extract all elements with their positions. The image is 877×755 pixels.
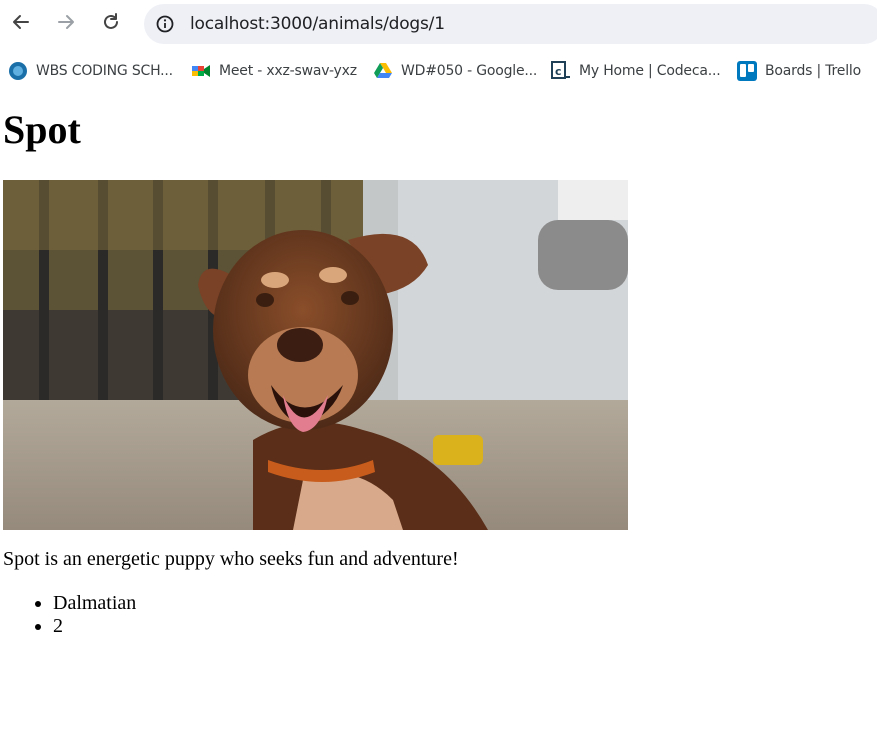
google-meet-icon xyxy=(192,65,210,77)
dog-image xyxy=(3,180,628,530)
trello-icon xyxy=(737,61,757,81)
bookmarks-bar: WBS CODING SCH... Meet - xxz-swav-yxz WD… xyxy=(0,56,877,86)
bookmark-codecademy[interactable]: c My Home | Codeca... xyxy=(551,56,721,86)
arrow-left-icon xyxy=(13,15,29,29)
browser-toolbar: localhost:3000/animals/dogs/1 xyxy=(0,0,877,48)
site-info-icon[interactable] xyxy=(156,15,174,33)
back-button[interactable] xyxy=(10,11,32,33)
dog-description: Spot is an energetic puppy who seeks fun… xyxy=(3,548,459,570)
bookmark-label: Boards | Trello xyxy=(765,63,861,79)
bookmark-label: My Home | Codeca... xyxy=(579,63,721,79)
list-item: 2 xyxy=(53,615,136,638)
reload-button[interactable] xyxy=(100,11,122,33)
page-content: Spot xyxy=(3,100,81,160)
bookmark-label: WBS CODING SCH... xyxy=(36,63,173,79)
bookmark-label: Meet - xxz-swav-yxz xyxy=(219,63,357,79)
bookmark-drive[interactable]: WD#050 - Google... xyxy=(373,56,537,86)
codecademy-icon: c xyxy=(551,61,570,79)
bookmark-label: WD#050 - Google... xyxy=(401,63,538,79)
dog-facts-list: Dalmatian 2 xyxy=(13,592,136,638)
arrow-right-icon xyxy=(58,15,74,29)
google-drive-icon xyxy=(374,63,392,78)
list-item: Dalmatian xyxy=(53,592,136,615)
wbs-logo-icon xyxy=(9,62,27,80)
reload-icon xyxy=(104,13,118,29)
bookmark-wbs[interactable]: WBS CODING SCH... xyxy=(8,56,173,86)
page-title: Spot xyxy=(3,107,81,152)
bookmark-trello[interactable]: Boards | Trello xyxy=(737,56,861,86)
dog-photo xyxy=(3,180,628,530)
url-text[interactable]: localhost:3000/animals/dogs/1 xyxy=(190,14,445,34)
svg-text:c: c xyxy=(555,65,561,78)
forward-button[interactable] xyxy=(55,11,77,33)
bookmark-meet[interactable]: Meet - xxz-swav-yxz xyxy=(191,56,357,86)
address-bar[interactable]: localhost:3000/animals/dogs/1 xyxy=(144,4,877,44)
